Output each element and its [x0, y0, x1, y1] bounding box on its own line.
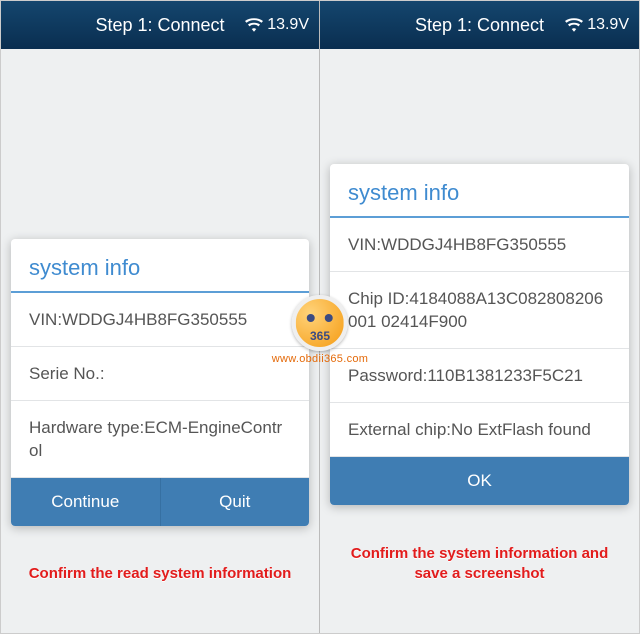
header-title: Step 1: Connect [95, 15, 224, 36]
caption: Confirm the read system information [1, 564, 319, 584]
caption: Confirm the system information and save … [320, 544, 639, 583]
info-hardware: Hardware type:ECM-EngineControl [11, 401, 309, 478]
ok-button[interactable]: OK [330, 457, 629, 505]
header: Step 1: Connect 13.9V [1, 1, 319, 49]
header-title: Step 1: Connect [415, 15, 544, 36]
voltage-indicator: 13.9V [245, 1, 309, 49]
info-vin: VIN:WDDGJ4HB8FG350555 [330, 218, 629, 272]
pane-left: Step 1: Connect 13.9V system info VIN:WD… [1, 1, 320, 633]
info-vin: VIN:WDDGJ4HB8FG350555 [11, 293, 309, 347]
button-bar: Continue Quit [11, 478, 309, 526]
dialog-title: system info [330, 164, 629, 218]
voltage-indicator: 13.9V [565, 1, 629, 49]
system-info-dialog: system info VIN:WDDGJ4HB8FG350555 Serie … [11, 239, 309, 526]
quit-button[interactable]: Quit [161, 478, 310, 526]
wifi-icon [245, 18, 263, 32]
wifi-icon [565, 18, 583, 32]
continue-button[interactable]: Continue [11, 478, 161, 526]
voltage-value: 13.9V [587, 16, 629, 34]
info-password: Password:110B1381233F5C21 [330, 349, 629, 403]
system-info-dialog: system info VIN:WDDGJ4HB8FG350555 Chip I… [330, 164, 629, 505]
header: Step 1: Connect 13.9V [320, 1, 639, 49]
info-chipid: Chip ID:4184088A13C082808206001 02414F90… [330, 272, 629, 349]
pane-right: Step 1: Connect 13.9V system info VIN:WD… [320, 1, 639, 633]
info-serie: Serie No.: [11, 347, 309, 401]
voltage-value: 13.9V [267, 16, 309, 34]
split-container: Step 1: Connect 13.9V system info VIN:WD… [0, 0, 640, 634]
dialog-title: system info [11, 239, 309, 293]
info-extchip: External chip:No ExtFlash found [330, 403, 629, 457]
